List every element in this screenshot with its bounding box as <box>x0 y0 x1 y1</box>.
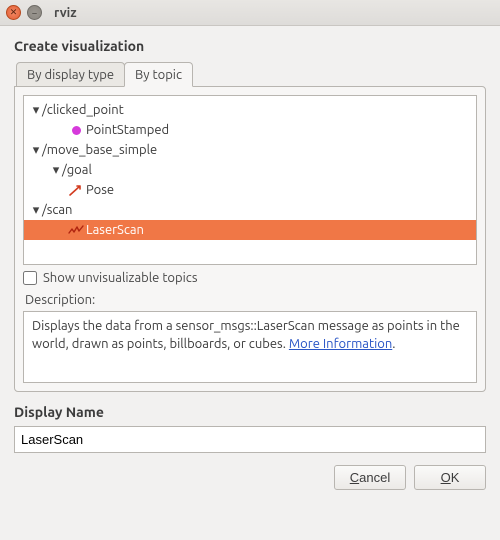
ok-button[interactable]: OK <box>414 465 486 490</box>
tab-by-topic[interactable]: By topic <box>124 62 193 87</box>
titlebar: ✕ – rviz <box>0 0 500 26</box>
tab-bar: By display type By topic <box>16 62 486 87</box>
expand-arrow-icon[interactable]: ▾ <box>30 141 42 159</box>
point-icon <box>68 126 84 135</box>
tree-label: /clicked_point <box>42 101 124 119</box>
tree-leaf-pose[interactable]: Pose <box>24 180 476 200</box>
minimize-icon[interactable]: – <box>27 5 42 20</box>
tab-panel: ▾ /clicked_point PointStamped ▾ /move_ba… <box>14 86 486 392</box>
topic-tree[interactable]: ▾ /clicked_point PointStamped ▾ /move_ba… <box>23 95 477 265</box>
expand-arrow-icon[interactable]: ▾ <box>50 161 62 179</box>
tree-label: /goal <box>62 161 92 179</box>
arrow-icon <box>68 184 84 196</box>
tree-leaf-laserscan[interactable]: LaserScan <box>24 220 476 240</box>
display-name-label: Display Name <box>14 404 486 420</box>
tab-by-display-type[interactable]: By display type <box>16 62 125 87</box>
tree-node-goal[interactable]: ▾ /goal <box>24 160 476 180</box>
tree-label: /move_base_simple <box>42 141 157 159</box>
dialog-buttons: Cancel OK <box>14 465 486 490</box>
description-text: Displays the data from a sensor_msgs::La… <box>32 319 460 351</box>
tree-node-scan[interactable]: ▾ /scan <box>24 200 476 220</box>
dialog-header: Create visualization <box>14 38 486 54</box>
show-unvisualizable-checkbox[interactable] <box>23 271 37 285</box>
description-label: Description: <box>25 293 477 307</box>
description-box: Displays the data from a sensor_msgs::La… <box>23 311 477 383</box>
tree-label: PointStamped <box>86 121 169 139</box>
tree-node-clicked-point[interactable]: ▾ /clicked_point <box>24 100 476 120</box>
tree-node-move-base-simple[interactable]: ▾ /move_base_simple <box>24 140 476 160</box>
close-icon[interactable]: ✕ <box>6 5 21 20</box>
expand-arrow-icon[interactable]: ▾ <box>30 201 42 219</box>
display-name-input[interactable] <box>14 426 486 453</box>
laserscan-icon <box>68 224 84 236</box>
more-information-link[interactable]: More Information <box>289 337 392 351</box>
tree-label: LaserScan <box>86 221 144 239</box>
tree-label: /scan <box>42 201 73 219</box>
expand-arrow-icon[interactable]: ▾ <box>30 101 42 119</box>
show-unvisualizable-label: Show unvisualizable topics <box>43 271 197 285</box>
show-unvisualizable-row[interactable]: Show unvisualizable topics <box>23 271 477 285</box>
tree-label: Pose <box>86 181 114 199</box>
cancel-button[interactable]: Cancel <box>334 465 406 490</box>
tree-leaf-pointstamped[interactable]: PointStamped <box>24 120 476 140</box>
window-title: rviz <box>54 6 77 20</box>
